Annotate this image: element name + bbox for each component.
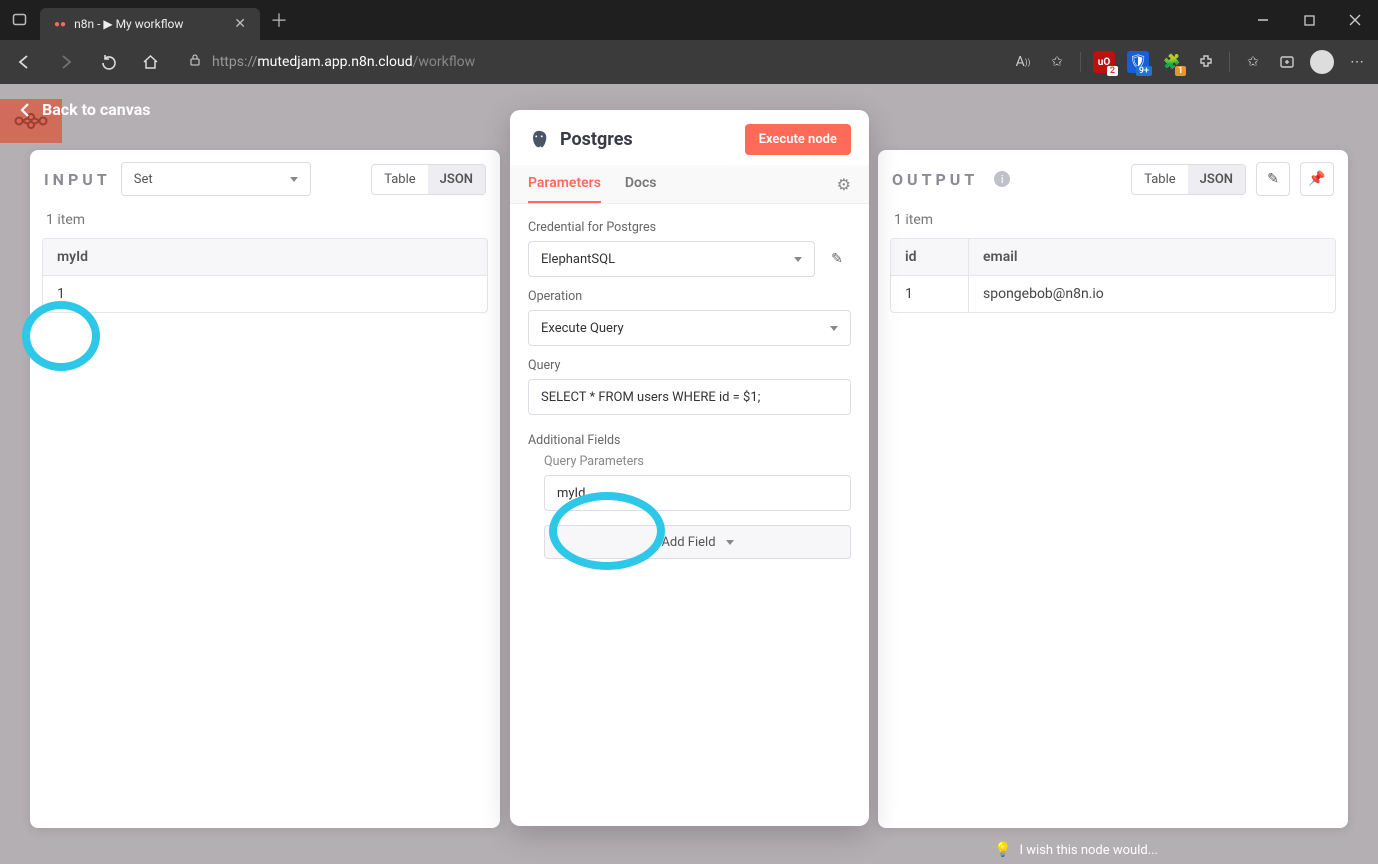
- node-settings-panel: Postgres Execute node Parameters Docs ⚙ …: [510, 110, 869, 826]
- favorites-bar-icon[interactable]: ✩: [1242, 51, 1264, 73]
- output-json-toggle[interactable]: JSON: [1188, 165, 1245, 194]
- operation-label: Operation: [528, 289, 851, 304]
- extension-icons: A)) ✩ uO2 🛡9+ 🧩1 ✩ ⋯: [1012, 50, 1368, 74]
- ublock-icon[interactable]: uO2: [1093, 51, 1115, 73]
- menu-button[interactable]: ⋯: [1346, 51, 1368, 73]
- close-window-button[interactable]: [1332, 0, 1378, 40]
- postgres-icon: [528, 129, 550, 151]
- tab-docs[interactable]: Docs: [625, 165, 657, 203]
- table-cell: 1: [43, 276, 487, 312]
- output-table: id email 1 spongebob@n8n.io: [890, 238, 1336, 313]
- browser-toolbar: https://mutedjam.app.n8n.cloud/workflow …: [0, 40, 1378, 84]
- input-table-toggle[interactable]: Table: [372, 165, 427, 194]
- window-controls: [1240, 0, 1378, 40]
- app-viewport: Back to canvas INPUT Set Table JSON 1 it…: [0, 84, 1378, 864]
- new-tab-button[interactable]: ＋: [270, 7, 288, 33]
- output-view-toggle: Table JSON: [1131, 164, 1246, 195]
- lightbulb-icon: 💡: [994, 842, 1011, 858]
- credential-select[interactable]: ElephantSQL: [528, 241, 815, 277]
- extension-icon[interactable]: 🧩1: [1161, 51, 1183, 73]
- table-row: 1: [43, 276, 487, 312]
- input-item-count: 1 item: [30, 208, 500, 238]
- table-header-row: id email: [891, 239, 1335, 276]
- query-parameters-label: Query Parameters: [544, 454, 851, 469]
- extensions-menu-icon[interactable]: [1195, 51, 1217, 73]
- feedback-label: I wish this node would...: [1020, 843, 1158, 858]
- info-icon[interactable]: i: [994, 171, 1010, 187]
- browser-tab[interactable]: ●● n8n - ▶ My workflow ✕: [40, 8, 260, 40]
- collections-icon[interactable]: [1276, 51, 1298, 73]
- home-button[interactable]: [136, 48, 164, 76]
- forward-button: [52, 48, 80, 76]
- query-label: Query: [528, 358, 851, 373]
- execute-node-button[interactable]: Execute node: [745, 124, 851, 155]
- output-panel: OUTPUT i Table JSON ✎ 📌 1 item id email …: [878, 150, 1348, 828]
- chevron-down-icon: [830, 326, 838, 331]
- back-link-label: Back to canvas: [42, 100, 150, 119]
- close-tab-icon[interactable]: ✕: [234, 16, 246, 32]
- tab-parameters[interactable]: Parameters: [528, 165, 601, 203]
- credential-label: Credential for Postgres: [528, 220, 851, 235]
- input-source-select[interactable]: Set: [121, 162, 311, 196]
- tab-title: n8n - ▶ My workflow: [74, 17, 226, 31]
- arrow-left-icon: [18, 102, 34, 118]
- feedback-prompt[interactable]: 💡 I wish this node would...: [994, 842, 1158, 858]
- column-header: email: [969, 239, 1335, 275]
- lock-icon: [188, 53, 202, 71]
- query-input[interactable]: SELECT * FROM users WHERE id = $1;: [528, 379, 851, 415]
- gear-icon[interactable]: ⚙: [837, 175, 851, 194]
- back-to-canvas-link[interactable]: Back to canvas: [18, 100, 150, 119]
- table-cell: spongebob@n8n.io: [969, 276, 1335, 312]
- edit-output-button[interactable]: ✎: [1256, 162, 1290, 196]
- maximize-button[interactable]: [1286, 0, 1332, 40]
- chevron-down-icon: [794, 257, 802, 262]
- output-panel-title: OUTPUT: [892, 170, 978, 189]
- pin-output-button[interactable]: 📌: [1300, 162, 1334, 196]
- bitwarden-icon[interactable]: 🛡9+: [1127, 51, 1149, 73]
- minimize-button[interactable]: [1240, 0, 1286, 40]
- url-text: https://mutedjam.app.n8n.cloud/workflow: [212, 54, 475, 70]
- operation-select[interactable]: Execute Query: [528, 310, 851, 346]
- read-aloud-icon[interactable]: A)): [1012, 51, 1034, 73]
- column-header: id: [891, 239, 969, 275]
- input-json-toggle[interactable]: JSON: [428, 165, 485, 194]
- favorite-icon[interactable]: ✩: [1046, 51, 1068, 73]
- profile-avatar[interactable]: [1310, 50, 1334, 74]
- table-cell: 1: [891, 276, 969, 312]
- input-panel-title: INPUT: [44, 170, 111, 189]
- address-bar[interactable]: https://mutedjam.app.n8n.cloud/workflow: [178, 46, 998, 78]
- node-title: Postgres: [560, 129, 735, 150]
- chevron-down-icon: [290, 177, 298, 182]
- additional-fields-label: Additional Fields: [528, 433, 851, 448]
- parameters-form: Credential for Postgres ElephantSQL ✎ Op…: [510, 204, 869, 573]
- chevron-down-icon: [726, 540, 734, 545]
- table-row: 1 spongebob@n8n.io: [891, 276, 1335, 312]
- table-header-row: myId: [43, 239, 487, 276]
- titlebar: ●● n8n - ▶ My workflow ✕ ＋: [0, 0, 1378, 40]
- input-view-toggle: Table JSON: [371, 164, 486, 195]
- output-table-toggle[interactable]: Table: [1132, 165, 1187, 194]
- input-panel: INPUT Set Table JSON 1 item myId 1: [30, 150, 500, 828]
- add-field-button[interactable]: Add Field: [544, 525, 851, 559]
- tabs-overview-button[interactable]: [0, 12, 40, 28]
- panel-tabs: Parameters Docs ⚙: [510, 165, 869, 204]
- column-header: myId: [43, 239, 487, 275]
- back-button[interactable]: [10, 48, 38, 76]
- input-table: myId 1: [42, 238, 488, 313]
- edit-credential-icon[interactable]: ✎: [823, 251, 851, 267]
- output-item-count: 1 item: [878, 208, 1348, 238]
- browser-chrome: ●● n8n - ▶ My workflow ✕ ＋ https://muted…: [0, 0, 1378, 84]
- refresh-button[interactable]: [94, 48, 122, 76]
- query-parameters-input[interactable]: myId: [544, 475, 851, 511]
